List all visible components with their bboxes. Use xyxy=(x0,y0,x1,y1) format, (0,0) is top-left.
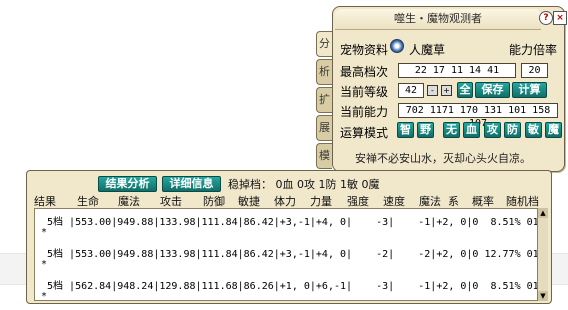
ability-field[interactable]: 702 1171 170 131 101 158 107 xyxy=(398,103,558,129)
motto-text: 安禅不必安山水，灭却心头火自凉。 xyxy=(355,152,531,165)
save-button[interactable]: 保存 xyxy=(475,82,510,98)
header-agi: 敏捷 xyxy=(238,195,260,208)
result-analysis-button[interactable]: 结果分析 xyxy=(98,176,157,192)
side-tab-2[interactable]: 析 xyxy=(316,59,332,85)
result-marker: * xyxy=(41,291,48,301)
mode-button-mag[interactable]: 魔 xyxy=(545,122,562,138)
ability-label: 当前能力 xyxy=(340,105,389,119)
pet-label: 宠物资料 xyxy=(340,43,389,57)
help-icon[interactable]: ? xyxy=(539,11,553,25)
mode-button-agi[interactable]: 敏 xyxy=(525,122,542,138)
results-list[interactable]: 5档 |553.00|949.88|133.98|111.84|86.42|+3… xyxy=(34,208,546,301)
mode-label: 运算模式 xyxy=(340,126,389,140)
result-marker: * xyxy=(41,227,48,238)
scroll-down-icon[interactable]: ▼ xyxy=(538,291,548,301)
close-icon[interactable]: × xyxy=(553,11,567,25)
level-plus-button[interactable]: + xyxy=(441,85,452,96)
pet-orb-icon[interactable] xyxy=(390,39,404,53)
mode-button-zhi[interactable]: 智 xyxy=(397,122,414,138)
mode-button-atk[interactable]: 攻 xyxy=(484,122,501,138)
header-result: 结果 xyxy=(34,195,56,208)
header-element: 系 xyxy=(448,195,459,208)
mode-button-ye[interactable]: 野 xyxy=(417,122,434,138)
header-hp: 生命 xyxy=(77,195,99,208)
calc-button[interactable]: 计算 xyxy=(512,82,547,98)
level-minus-button[interactable]: - xyxy=(427,85,438,96)
result-marker: * xyxy=(41,259,48,270)
side-tab-4[interactable]: 展 xyxy=(316,115,332,141)
side-tabs: 分 析 扩 展 模 xyxy=(316,31,333,169)
max-level-field[interactable]: 22 17 11 14 41 xyxy=(398,63,516,78)
side-tab-mode[interactable]: 模 xyxy=(316,143,332,169)
ratio-label: 能力倍率 xyxy=(509,43,558,57)
result-row: 5档 |553.00|949.88|133.98|111.84|86.42|+3… xyxy=(41,217,546,228)
header-speed: 速度 xyxy=(383,195,405,208)
pet-name: 人魔草 xyxy=(409,43,446,57)
header-random: 随机档 xyxy=(506,195,539,208)
mode-button-none[interactable]: 无 xyxy=(443,122,460,138)
level-field[interactable]: 42 xyxy=(398,83,424,98)
header-intensity: 强度 xyxy=(347,195,369,208)
side-tab-analysis[interactable]: 分 xyxy=(316,31,332,57)
header-strength: 力量 xyxy=(310,195,332,208)
level-label: 当前等级 xyxy=(340,85,389,99)
header-probability: 概率 xyxy=(472,195,494,208)
header-magic: 魔法 xyxy=(419,195,441,208)
header-mp: 魔法 xyxy=(118,195,140,208)
side-tab-expand[interactable]: 扩 xyxy=(316,87,332,113)
mode-button-hp[interactable]: 血 xyxy=(463,122,480,138)
stable-drop-label: 稳掉档： 0血 0攻 1防 1敏 0魔 xyxy=(228,178,380,191)
header-atk: 攻击 xyxy=(160,195,182,208)
header-def: 防御 xyxy=(203,195,225,208)
ratio-field[interactable]: 20 xyxy=(521,63,548,78)
all-button[interactable]: 全 xyxy=(457,82,473,98)
window-title[interactable]: 噬生・魔物观测者 xyxy=(335,9,541,30)
result-row: 5档 |562.84|948.24|129.88|111.68|86.26|+1… xyxy=(41,281,546,292)
scroll-up-icon[interactable]: ▲ xyxy=(538,208,548,218)
max-level-label: 最高档次 xyxy=(340,65,389,79)
detail-info-button[interactable]: 详细信息 xyxy=(162,176,221,192)
mode-button-def[interactable]: 防 xyxy=(504,122,521,138)
header-stamina: 体力 xyxy=(274,195,296,208)
results-scrollbar[interactable]: ▲ ▼ xyxy=(537,208,548,301)
result-row: 5档 |553.00|949.88|133.98|111.84|86.42|+3… xyxy=(41,249,546,260)
